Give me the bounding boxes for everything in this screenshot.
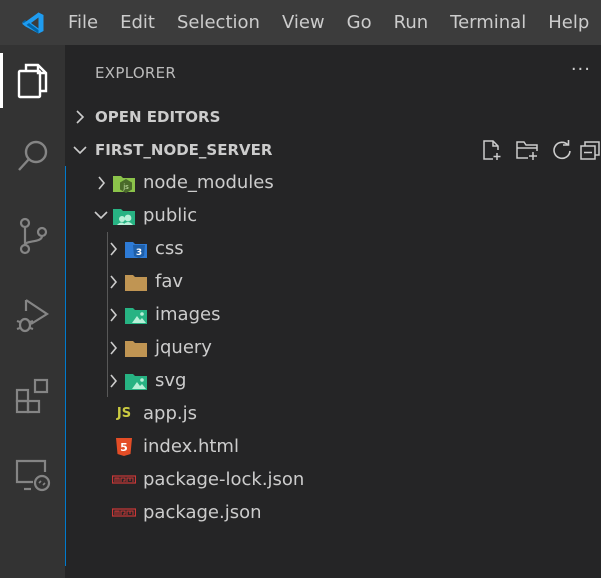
tree-label-fav: fav bbox=[155, 271, 184, 292]
menu-selection[interactable]: Selection bbox=[166, 0, 271, 45]
tree-label-svg: svg bbox=[155, 370, 187, 391]
menu-help[interactable]: Help bbox=[537, 0, 600, 45]
tree-item-css[interactable]: 3 css bbox=[66, 232, 601, 265]
menu-view[interactable]: View bbox=[271, 0, 336, 45]
menu-run[interactable]: Run bbox=[383, 0, 440, 45]
activity-bar bbox=[0, 45, 65, 578]
tree-label-public: public bbox=[143, 205, 198, 226]
open-editors-label: OPEN EDITORS bbox=[95, 107, 221, 126]
public-folder-icon bbox=[111, 205, 137, 227]
svg-text:3: 3 bbox=[136, 248, 142, 258]
vscode-logo-icon bbox=[0, 0, 65, 45]
new-folder-icon[interactable] bbox=[509, 133, 544, 166]
search-icon[interactable] bbox=[0, 128, 65, 183]
explorer-icon[interactable] bbox=[0, 53, 65, 108]
folder-icon bbox=[123, 337, 149, 359]
chevron-right-icon bbox=[103, 307, 123, 322]
tree-item-fav[interactable]: fav bbox=[66, 265, 601, 298]
tree-item-app-js[interactable]: JS app.js bbox=[66, 397, 601, 430]
explorer-header: EXPLORER ··· bbox=[65, 45, 601, 100]
project-name: FIRST_NODE_SERVER bbox=[95, 140, 273, 159]
file-tree: js node_modules public 3 css fav images … bbox=[65, 166, 601, 566]
source-control-icon[interactable] bbox=[0, 208, 65, 263]
tree-item-images[interactable]: images bbox=[66, 298, 601, 331]
chevron-right-icon bbox=[103, 340, 123, 355]
collapse-all-icon[interactable] bbox=[579, 133, 601, 166]
tree-label-jquery: jquery bbox=[155, 337, 212, 358]
menu-bar: File Edit Selection View Go Run Terminal… bbox=[0, 0, 601, 45]
tree-label-app-js: app.js bbox=[143, 403, 197, 424]
tree-item-node-modules[interactable]: js node_modules bbox=[66, 166, 601, 199]
chevron-right-icon bbox=[103, 373, 123, 388]
npm-file-icon bbox=[111, 502, 137, 524]
tree-item-public[interactable]: public bbox=[66, 199, 601, 232]
chevron-right-icon bbox=[65, 109, 95, 124]
menu-go[interactable]: Go bbox=[336, 0, 383, 45]
javascript-file-icon: JS bbox=[116, 406, 132, 421]
menu-file[interactable]: File bbox=[57, 0, 109, 45]
section-actions bbox=[474, 133, 601, 166]
tree-label-images: images bbox=[155, 304, 221, 325]
explorer-sidebar: EXPLORER ··· OPEN EDITORS FIRST_NODE_SER… bbox=[65, 45, 601, 578]
chevron-right-icon bbox=[103, 274, 123, 289]
tree-label-index-html: index.html bbox=[143, 436, 239, 457]
tree-label-package-lock-json: package-lock.json bbox=[143, 469, 305, 490]
project-section[interactable]: FIRST_NODE_SERVER bbox=[65, 133, 601, 166]
tree-label-package-json: package.json bbox=[143, 502, 262, 523]
chevron-down-icon bbox=[91, 211, 111, 220]
refresh-icon[interactable] bbox=[544, 133, 579, 166]
tree-item-svg[interactable]: svg bbox=[66, 364, 601, 397]
menu-terminal[interactable]: Terminal bbox=[439, 0, 537, 45]
tree-label-node-modules: node_modules bbox=[143, 172, 274, 193]
svg-text:5: 5 bbox=[120, 441, 128, 454]
node-folder-icon: js bbox=[111, 172, 137, 194]
remote-explorer-icon[interactable] bbox=[0, 448, 65, 503]
new-file-icon[interactable] bbox=[474, 133, 509, 166]
css-folder-icon: 3 bbox=[123, 238, 149, 260]
chevron-right-icon bbox=[91, 175, 111, 190]
images-folder-icon bbox=[123, 370, 149, 392]
extensions-icon[interactable] bbox=[0, 368, 65, 423]
tree-item-package-lock-json[interactable]: package-lock.json bbox=[66, 463, 601, 496]
tree-item-jquery[interactable]: jquery bbox=[66, 331, 601, 364]
run-debug-icon[interactable] bbox=[0, 288, 65, 343]
menu-edit[interactable]: Edit bbox=[109, 0, 166, 45]
tree-item-index-html[interactable]: 5 index.html bbox=[66, 430, 601, 463]
svg-text:js: js bbox=[122, 183, 129, 191]
html-file-icon: 5 bbox=[111, 436, 137, 458]
more-actions-button[interactable]: ··· bbox=[571, 59, 591, 80]
tree-item-package-json[interactable]: package.json bbox=[66, 496, 601, 529]
images-folder-icon bbox=[123, 304, 149, 326]
folder-icon bbox=[123, 271, 149, 293]
chevron-right-icon bbox=[103, 241, 123, 256]
open-editors-section[interactable]: OPEN EDITORS bbox=[65, 100, 601, 133]
chevron-down-icon bbox=[65, 145, 95, 155]
npm-file-icon bbox=[111, 469, 137, 491]
explorer-title: EXPLORER bbox=[95, 63, 177, 82]
tree-label-css: css bbox=[155, 238, 184, 259]
